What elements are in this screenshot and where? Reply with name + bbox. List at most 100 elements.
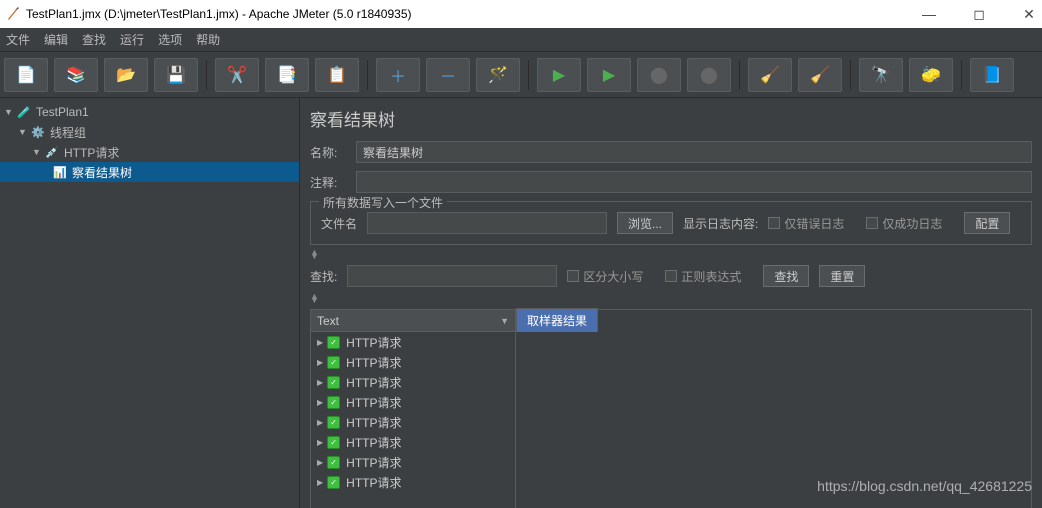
result-item[interactable]: ▶✓HTTP请求 <box>311 372 515 392</box>
separator <box>739 60 740 90</box>
tb-plus[interactable]: ＋ <box>376 58 420 92</box>
success-icon: ✓ <box>327 396 340 409</box>
separator <box>206 60 207 90</box>
name-label: 名称: <box>310 144 356 161</box>
tb-start-no-pause[interactable]: ▶ <box>587 58 631 92</box>
results-icon: 📊 <box>52 166 68 179</box>
splitter[interactable]: ▲▼ <box>310 249 1032 259</box>
result-label: HTTP请求 <box>346 334 401 351</box>
results-list[interactable]: Text ▼ ▶✓HTTP请求▶✓HTTP请求▶✓HTTP请求▶✓HTTP请求▶… <box>310 309 516 508</box>
tb-open[interactable]: 📂 <box>104 58 148 92</box>
pipette-icon: 💉 <box>44 146 60 159</box>
tree-threadgroup[interactable]: ▼ ⚙️ 线程组 <box>0 122 299 142</box>
expand-icon[interactable]: ▼ <box>18 127 30 137</box>
success-icon: ✓ <box>327 436 340 449</box>
tb-copy[interactable]: 📑 <box>265 58 309 92</box>
expand-icon[interactable]: ▼ <box>32 147 44 157</box>
result-item[interactable]: ▶ ✓ HTTP请求 <box>311 332 515 352</box>
test-plan-tree[interactable]: ▼ 🧪 TestPlan1 ▼ ⚙️ 线程组 ▼ 💉 HTTP请求 📊 察看结果… <box>0 98 300 508</box>
minimize-button[interactable]: — <box>920 6 938 22</box>
renderer-label: Text <box>317 314 339 328</box>
result-label: HTTP请求 <box>346 474 401 491</box>
search-input[interactable] <box>347 265 557 287</box>
tb-shutdown[interactable]: ⬤ <box>687 58 731 92</box>
tb-wand[interactable]: 🪄 <box>476 58 520 92</box>
tb-fn[interactable]: 🧽 <box>909 58 953 92</box>
expand-icon[interactable]: ▶ <box>317 358 323 367</box>
plus-icon: ＋ <box>390 63 406 87</box>
menu-bar: 文件 编辑 查找 运行 选项 帮助 <box>0 28 1042 52</box>
menu-edit[interactable]: 编辑 <box>44 31 68 48</box>
tree-testplan[interactable]: ▼ 🧪 TestPlan1 <box>0 102 299 122</box>
binoculars-icon: 🔭 <box>871 65 891 85</box>
tb-search[interactable]: 🔭 <box>859 58 903 92</box>
panel-title: 察看结果树 <box>310 106 1032 131</box>
tb-save[interactable]: 💾 <box>154 58 198 92</box>
expand-icon[interactable]: ▶ <box>317 458 323 467</box>
expand-icon[interactable]: ▶ <box>317 418 323 427</box>
tab-sampler-result[interactable]: 取样器结果 <box>516 308 598 332</box>
menu-options[interactable]: 选项 <box>158 31 182 48</box>
result-label: HTTP请求 <box>346 354 401 371</box>
configure-button[interactable]: 配置 <box>964 212 1010 234</box>
wand-icon: 🪄 <box>488 65 508 85</box>
reset-button[interactable]: 重置 <box>819 265 865 287</box>
regex-checkbox[interactable]: 正则表达式 <box>665 268 741 285</box>
close-button[interactable]: ✕ <box>1020 6 1038 23</box>
tree-label: 线程组 <box>50 124 86 141</box>
tree-http-request[interactable]: ▼ 💉 HTTP请求 <box>0 142 299 162</box>
tb-start[interactable]: ▶ <box>537 58 581 92</box>
fieldset-legend: 所有数据写入一个文件 <box>319 194 447 211</box>
browse-button[interactable]: 浏览... <box>617 212 673 234</box>
tb-toggle[interactable]: 📘 <box>970 58 1014 92</box>
renderer-dropdown[interactable]: Text ▼ <box>311 310 515 332</box>
maximize-button[interactable]: ◻ <box>970 6 988 23</box>
listener-panel: 察看结果树 名称: 注释: 所有数据写入一个文件 文件名 浏览... 显示日志内… <box>300 98 1042 508</box>
menu-search[interactable]: 查找 <box>82 31 106 48</box>
success-only-checkbox[interactable]: 仅成功日志 <box>866 215 942 232</box>
splitter[interactable]: ▲▼ <box>310 293 1032 303</box>
expand-icon[interactable]: ▶ <box>317 478 323 487</box>
tb-stop[interactable]: ⬤ <box>637 58 681 92</box>
tb-clear-all[interactable]: 🧹 <box>798 58 842 92</box>
tb-paste[interactable]: 📋 <box>315 58 359 92</box>
menu-run[interactable]: 运行 <box>120 31 144 48</box>
success-icon: ✓ <box>327 336 340 349</box>
result-item[interactable]: ▶✓HTTP请求 <box>311 432 515 452</box>
expand-icon[interactable]: ▼ <box>4 107 16 117</box>
cut-icon: ✂️ <box>227 65 247 85</box>
expand-icon[interactable]: ▶ <box>317 378 323 387</box>
tb-minus[interactable]: － <box>426 58 470 92</box>
menu-file[interactable]: 文件 <box>6 31 30 48</box>
result-item[interactable]: ▶✓HTTP请求 <box>311 412 515 432</box>
result-item[interactable]: ▶✓HTTP请求 <box>311 392 515 412</box>
result-item[interactable]: ▶✓HTTP请求 <box>311 352 515 372</box>
tree-label: HTTP请求 <box>64 144 119 161</box>
expand-icon[interactable]: ▶ <box>317 338 323 347</box>
tree-label: 察看结果树 <box>72 164 132 181</box>
errors-only-checkbox[interactable]: 仅错误日志 <box>768 215 844 232</box>
tree-label: TestPlan1 <box>36 105 89 119</box>
tb-cut[interactable]: ✂️ <box>215 58 259 92</box>
tb-new[interactable]: 📄 <box>4 58 48 92</box>
splitter-grip-icon: ▲▼ <box>310 250 319 258</box>
app-icon <box>6 7 20 21</box>
expand-icon[interactable]: ▶ <box>317 438 323 447</box>
result-item[interactable]: ▶✓HTTP请求 <box>311 452 515 472</box>
splitter-grip-icon: ▲▼ <box>310 294 319 302</box>
filename-input[interactable] <box>367 212 607 234</box>
tb-clear[interactable]: 🧹 <box>748 58 792 92</box>
play-timer-icon: ▶ <box>603 65 615 85</box>
window-title: TestPlan1.jmx (D:\jmeter\TestPlan1.jmx) … <box>26 7 412 21</box>
tree-view-results[interactable]: 📊 察看结果树 <box>0 162 299 182</box>
comment-input[interactable] <box>356 171 1032 193</box>
case-checkbox[interactable]: 区分大小写 <box>567 268 643 285</box>
separator <box>850 60 851 90</box>
name-input[interactable] <box>356 141 1032 163</box>
gear-icon: ⚙️ <box>30 126 46 139</box>
menu-help[interactable]: 帮助 <box>196 31 220 48</box>
search-button[interactable]: 查找 <box>763 265 809 287</box>
tb-templates[interactable]: 📚 <box>54 58 98 92</box>
expand-icon[interactable]: ▶ <box>317 398 323 407</box>
result-item[interactable]: ▶✓HTTP请求 <box>311 472 515 492</box>
